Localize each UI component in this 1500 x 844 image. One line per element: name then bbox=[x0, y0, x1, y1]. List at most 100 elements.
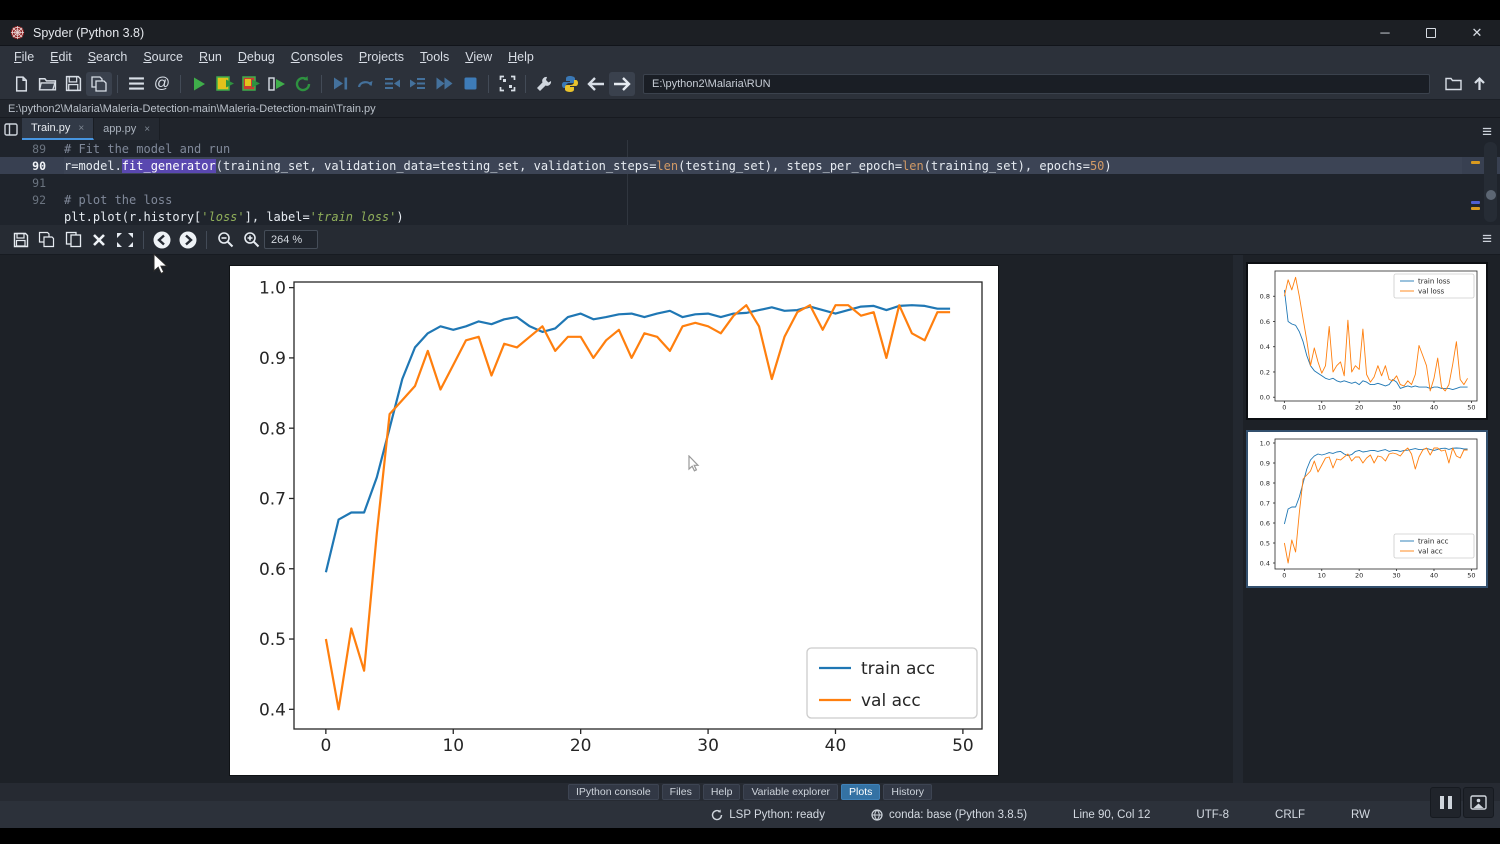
tab-close-icon[interactable]: × bbox=[78, 123, 84, 134]
open-file-button[interactable] bbox=[34, 72, 60, 96]
menu-projects[interactable]: Projects bbox=[351, 48, 412, 66]
mute-inline-plotting-button[interactable] bbox=[1463, 787, 1494, 818]
thumbnail-accuracy-plot[interactable]: 010203040500.40.50.60.70.80.91.0train ac… bbox=[1246, 430, 1488, 588]
save-all-button[interactable] bbox=[86, 72, 112, 96]
menu-help[interactable]: Help bbox=[500, 48, 542, 66]
editor-options-icon[interactable]: ≡ bbox=[1482, 123, 1492, 140]
menu-source[interactable]: Source bbox=[135, 48, 191, 66]
menu-tools[interactable]: Tools bbox=[412, 48, 457, 66]
main-plot-figure[interactable]: 010203040500.40.50.60.70.80.91.0train ac… bbox=[230, 266, 998, 775]
working-directory-input[interactable] bbox=[643, 74, 1430, 94]
svg-text:train loss: train loss bbox=[1418, 278, 1450, 286]
tab-help[interactable]: Help bbox=[703, 784, 741, 800]
next-plot-button[interactable] bbox=[175, 228, 201, 252]
new-file-button[interactable] bbox=[8, 72, 34, 96]
svg-text:10: 10 bbox=[1318, 404, 1326, 412]
plot-cursor-icon bbox=[688, 455, 704, 475]
outline-button[interactable] bbox=[123, 72, 149, 96]
zoom-out-button[interactable] bbox=[212, 228, 238, 252]
tab-ipython-console[interactable]: IPython console bbox=[568, 784, 659, 800]
code-line-93: plt.plot(r.history['loss'], label='train… bbox=[0, 208, 1500, 225]
save-button[interactable] bbox=[60, 72, 86, 96]
svg-text:20: 20 bbox=[1355, 572, 1363, 580]
minimize-button[interactable]: ─ bbox=[1362, 20, 1408, 45]
window-title: Spyder (Python 3.8) bbox=[33, 26, 144, 40]
zoom-in-icon bbox=[243, 231, 260, 248]
fast-forward-icon bbox=[435, 76, 454, 91]
svg-text:0.5: 0.5 bbox=[259, 630, 286, 650]
pause-plotting-button[interactable] bbox=[1430, 787, 1461, 818]
scrollbar-thumb[interactable] bbox=[1486, 190, 1496, 200]
forward-button[interactable] bbox=[609, 72, 635, 96]
menu-debug[interactable]: Debug bbox=[230, 48, 283, 66]
maximize-pane-button[interactable] bbox=[494, 72, 520, 96]
svg-text:0.6: 0.6 bbox=[1260, 318, 1270, 326]
svg-text:0.6: 0.6 bbox=[259, 560, 286, 580]
editor-scrollbar[interactable] bbox=[1484, 142, 1497, 222]
step-into-icon bbox=[383, 76, 401, 91]
run-cell-icon bbox=[216, 75, 235, 92]
menu-search[interactable]: Search bbox=[80, 48, 136, 66]
remove-plot-button[interactable] bbox=[86, 228, 112, 252]
toolbar-separator bbox=[206, 231, 207, 249]
fit-expand-icon bbox=[116, 232, 134, 248]
thumbnail-loss-plot[interactable]: 010203040500.00.20.40.60.8train lossval … bbox=[1246, 262, 1488, 420]
close-button[interactable]: ✕ bbox=[1454, 20, 1500, 45]
run-cell-advance-button[interactable] bbox=[238, 72, 264, 96]
tab-files[interactable]: Files bbox=[662, 784, 700, 800]
tab-history[interactable]: History bbox=[883, 784, 932, 800]
previous-plot-button[interactable] bbox=[149, 228, 175, 252]
back-button[interactable] bbox=[583, 72, 609, 96]
stop-debug-button[interactable] bbox=[457, 72, 483, 96]
svg-text:50: 50 bbox=[1467, 572, 1475, 580]
svg-text:train acc: train acc bbox=[1418, 538, 1449, 546]
toolbar-separator bbox=[143, 231, 144, 249]
zoom-in-button[interactable] bbox=[238, 228, 264, 252]
fit-to-window-button[interactable] bbox=[112, 228, 138, 252]
svg-text:40: 40 bbox=[1430, 572, 1438, 580]
run-selection-button[interactable] bbox=[264, 72, 290, 96]
zoom-level-input[interactable] bbox=[264, 230, 318, 249]
debug-file-button[interactable] bbox=[327, 72, 353, 96]
svg-text:0.8: 0.8 bbox=[1260, 293, 1270, 301]
run-file-button[interactable] bbox=[186, 72, 212, 96]
save-all-icon bbox=[90, 75, 108, 93]
svg-text:0.4: 0.4 bbox=[259, 700, 286, 720]
save-plot-button[interactable] bbox=[8, 228, 34, 252]
menu-edit[interactable]: Edit bbox=[42, 48, 80, 66]
menu-consoles[interactable]: Consoles bbox=[283, 48, 351, 66]
menu-run[interactable]: Run bbox=[191, 48, 230, 66]
parent-directory-button[interactable] bbox=[1466, 72, 1492, 96]
rerun-cell-button[interactable] bbox=[290, 72, 316, 96]
plots-options-icon[interactable]: ≡ bbox=[1482, 229, 1492, 248]
debug-step-over-button[interactable] bbox=[353, 72, 379, 96]
pane-splitter[interactable] bbox=[1233, 255, 1243, 783]
forward-arrow-icon bbox=[613, 77, 631, 91]
copy-plot-button[interactable] bbox=[60, 228, 86, 252]
debug-continue-button[interactable] bbox=[431, 72, 457, 96]
tab-app-py[interactable]: app.py × bbox=[94, 118, 160, 140]
tab-close-icon[interactable]: × bbox=[144, 124, 150, 135]
save-all-plots-button[interactable] bbox=[34, 228, 60, 252]
maximize-button[interactable] bbox=[1408, 20, 1454, 45]
debug-step-into-button[interactable] bbox=[379, 72, 405, 96]
browse-tabs-button[interactable] bbox=[0, 118, 22, 140]
tab-variable-explorer[interactable]: Variable explorer bbox=[743, 784, 838, 800]
tab-plots[interactable]: Plots bbox=[841, 784, 880, 800]
toolbar-separator bbox=[525, 75, 526, 93]
lsp-status-icon bbox=[711, 809, 723, 821]
browse-directory-button[interactable] bbox=[1440, 72, 1466, 96]
run-cell-button[interactable] bbox=[212, 72, 238, 96]
code-editor[interactable]: 89 # Fit the model and run 90 r=model.fi… bbox=[0, 140, 1500, 225]
preferences-button[interactable] bbox=[531, 72, 557, 96]
tab-label: app.py bbox=[103, 123, 136, 135]
debug-step-return-button[interactable] bbox=[405, 72, 431, 96]
svg-text:1.0: 1.0 bbox=[1260, 439, 1270, 447]
menu-file[interactable]: File bbox=[6, 48, 42, 66]
python-env-button[interactable] bbox=[557, 72, 583, 96]
svg-text:20: 20 bbox=[570, 736, 592, 756]
find-symbols-button[interactable]: @ bbox=[149, 72, 175, 96]
pause-icon bbox=[1440, 796, 1452, 809]
menu-view[interactable]: View bbox=[457, 48, 500, 66]
tab-train-py[interactable]: Train.py × bbox=[22, 118, 94, 140]
